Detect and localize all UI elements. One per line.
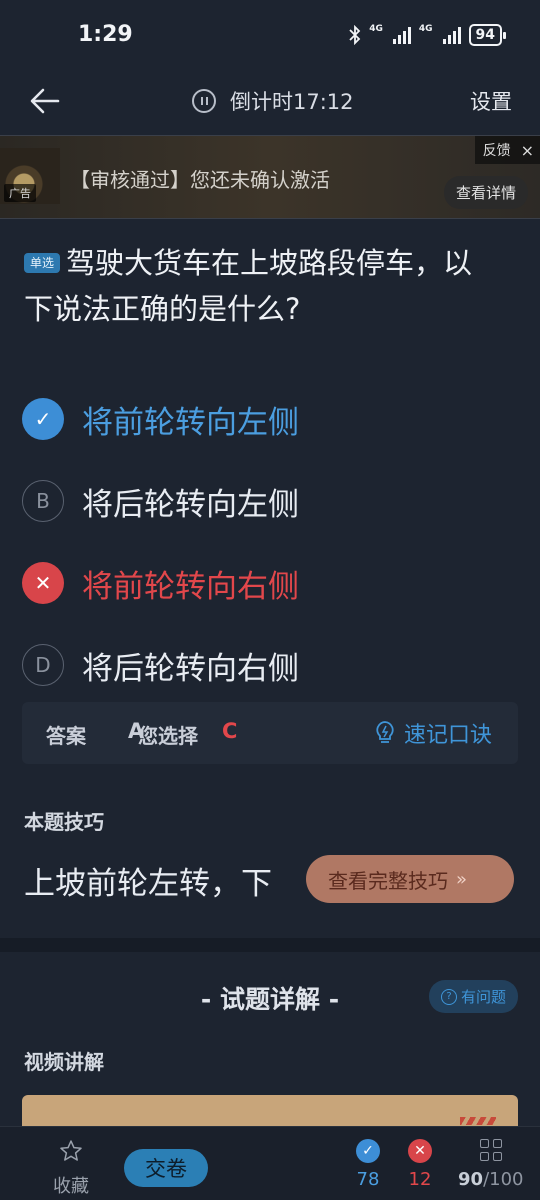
check-icon: ✓ <box>356 1139 380 1163</box>
ad-detail-button[interactable]: 查看详情 <box>443 176 528 209</box>
favorite-button[interactable]: 收藏 <box>48 1139 94 1198</box>
battery-icon: 94 <box>468 24 507 46</box>
ad-banner[interactable]: 广告 【审核通过】您还未确认激活 反馈 × 查看详情 <box>0 135 540 219</box>
cross-icon: ✕ <box>22 562 64 604</box>
countdown-timer[interactable]: 倒计时17:12 <box>192 86 354 116</box>
ad-feedback-bar: 反馈 × <box>474 136 540 164</box>
option-text: 将后轮转向左侧 <box>82 486 299 523</box>
network-type-2: 4G <box>418 24 433 34</box>
star-icon <box>60 1140 82 1161</box>
progress-total: /100 <box>483 1169 524 1190</box>
question-mark-icon: ? <box>440 988 457 1005</box>
ask-question-button[interactable]: ? 有问题 <box>428 980 518 1013</box>
tip-title: 本题技巧 <box>24 810 104 834</box>
option-text: 将前轮转向右侧 <box>82 568 299 605</box>
progress-text: 90/100 <box>458 1169 523 1190</box>
correct-count-value: 78 <box>356 1169 380 1190</box>
section-divider <box>0 938 540 952</box>
option-d[interactable]: D 将后轮转向右侧 <box>22 624 522 706</box>
ad-feedback-button[interactable]: 反馈 <box>483 140 511 160</box>
question-text: 驾驶大货车在上坡路段停车，以下说法正确的是什么? <box>24 246 473 326</box>
ad-close-icon[interactable]: × <box>521 141 534 160</box>
submit-button[interactable]: 交卷 <box>124 1149 208 1187</box>
back-arrow-icon[interactable] <box>28 84 62 118</box>
tip-text: 上坡前轮左转，下 <box>24 866 272 902</box>
signal-icon-1 <box>392 26 411 44</box>
chosen-value: C <box>222 719 238 743</box>
ask-question-label: 有问题 <box>460 988 506 1006</box>
double-chevron-icon: » <box>456 868 468 890</box>
signal-icon-2 <box>442 26 461 44</box>
cross-icon: ✕ <box>408 1139 432 1163</box>
option-c[interactable]: ✕ 将前轮转向右侧 <box>22 542 522 624</box>
status-time: 1:29 <box>78 22 133 47</box>
grid-icon <box>479 1139 502 1161</box>
option-text: 将后轮转向右侧 <box>82 650 299 687</box>
bottom-bar: 收藏 交卷 ✓ 78 ✕ 12 90/100 <box>0 1126 540 1200</box>
full-tip-button[interactable]: 查看完整技巧 » <box>306 855 514 903</box>
ad-badge: 广告 <box>4 184 36 202</box>
status-bar: 1:29 4G 4G 94 <box>0 0 540 68</box>
check-icon: ✓ <box>22 398 64 440</box>
nav-bar: 倒计时17:12 设置 <box>0 68 540 134</box>
video-title: 视频讲解 <box>24 1050 104 1074</box>
options-list: ✓ 将前轮转向左侧 B 将后轮转向左侧 ✕ 将前轮转向右侧 D 将后轮转向右侧 <box>22 378 522 706</box>
pause-icon[interactable] <box>192 89 216 113</box>
mnemonic-label: 速记口诀 <box>403 723 492 748</box>
full-tip-label: 查看完整技巧 <box>328 868 448 893</box>
video-stripe-decoration <box>460 1117 496 1125</box>
option-letter-d: D <box>22 644 64 686</box>
progress-current: 90 <box>458 1169 484 1190</box>
option-letter-b: B <box>22 480 64 522</box>
mnemonic-button[interactable]: 速记口诀 <box>374 717 492 749</box>
option-b[interactable]: B 将后轮转向左侧 <box>22 460 522 542</box>
chosen-label: 您选择 <box>138 724 198 748</box>
lightbulb-icon <box>376 721 394 743</box>
favorite-label: 收藏 <box>53 1176 89 1197</box>
wrong-count-value: 12 <box>408 1169 432 1190</box>
question-type-badge: 单选 <box>24 253 61 273</box>
status-icons: 4G 4G 94 <box>349 24 507 46</box>
answer-label: 答案 <box>46 724 86 748</box>
option-text: 将前轮转向左侧 <box>82 404 299 441</box>
question: 单选 驾驶大货车在上坡路段停车，以下说法正确的是什么? <box>24 240 494 332</box>
answer-box: 答案 A 您选择 C 速记口诀 <box>22 702 518 764</box>
ad-text: 【审核通过】您还未确认激活 <box>70 168 330 192</box>
wrong-count[interactable]: ✕ 12 <box>408 1139 432 1190</box>
correct-count[interactable]: ✓ 78 <box>356 1139 380 1190</box>
settings-button[interactable]: 设置 <box>470 86 512 116</box>
option-a[interactable]: ✓ 将前轮转向左侧 <box>22 378 522 460</box>
ad-image: 广告 <box>0 148 60 204</box>
progress-button[interactable]: 90/100 <box>458 1139 523 1190</box>
network-type-1: 4G <box>369 24 383 34</box>
bluetooth-icon <box>349 25 361 45</box>
countdown-text: 倒计时17:12 <box>230 90 354 114</box>
